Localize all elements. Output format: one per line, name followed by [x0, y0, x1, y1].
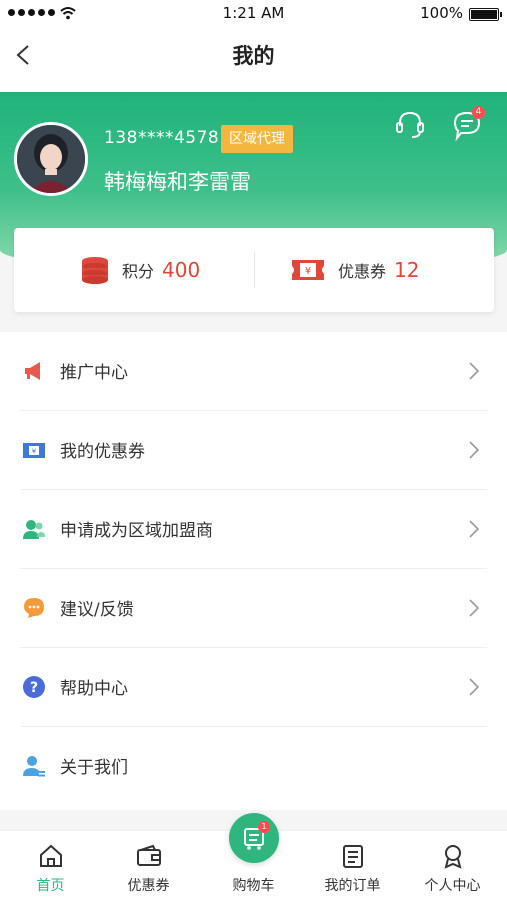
svg-text:?: ? [30, 680, 38, 696]
ticket-icon: ¥ [292, 260, 324, 280]
menu-item-label: 关于我们 [60, 758, 128, 778]
cart-count-badge: 1 [258, 821, 270, 833]
help-icon: ? [23, 676, 45, 698]
tab-orders[interactable]: 我的订单 [302, 831, 403, 900]
tab-coupons[interactable]: 优惠券 [98, 831, 199, 900]
tab-bar: 首页 优惠券 购物车 1 我的订单 个人中心 [0, 813, 507, 900]
status-bar: 1:21 AM 100% [0, 0, 507, 28]
person-icon [444, 845, 461, 869]
customer-service-icon[interactable] [393, 108, 427, 142]
menu-item-label: 我的优惠券 [60, 442, 145, 462]
avatar[interactable] [14, 122, 88, 196]
megaphone-icon [25, 362, 40, 380]
coupons-value: 12 [394, 258, 420, 282]
chevron-right-icon [469, 441, 480, 459]
coupons-label: 优惠券 [338, 262, 387, 281]
points-value: 400 [162, 258, 201, 282]
coupons-stat[interactable]: ¥ 优惠券 12 [290, 228, 419, 312]
users-icon [23, 520, 45, 539]
chevron-right-icon [469, 362, 480, 380]
menu-item-label: 建议/反馈 [60, 600, 134, 620]
tab-profile[interactable]: 个人中心 [402, 831, 503, 900]
feedback-icon [24, 598, 44, 618]
nav-bar: 我的 [0, 28, 507, 92]
message-count-badge: 4 [472, 106, 485, 119]
wallet-icon [136, 844, 161, 866]
coins-icon [82, 257, 108, 284]
menu-item-help[interactable]: ? 帮助中心 [0, 648, 507, 727]
tab-label: 优惠券 [127, 878, 170, 894]
user-name: 韩梅梅和李雷雷 [104, 170, 251, 194]
menu-item-promotion[interactable]: 推广中心 [0, 332, 507, 411]
menu-list: 推广中心 ¥ 我的优惠券 申请成为区域加盟商 建议/反馈 ? 帮助中心 关于我们 [0, 332, 507, 810]
chevron-right-icon [469, 678, 480, 696]
about-icon [23, 756, 45, 777]
cart-icon [243, 828, 264, 850]
page-title: 我的 [232, 44, 275, 68]
tab-label: 个人中心 [424, 878, 481, 894]
battery-icon [469, 8, 502, 21]
svg-text:¥: ¥ [32, 448, 37, 456]
tab-cart[interactable]: 购物车 [203, 813, 304, 900]
menu-item-label: 推广中心 [60, 363, 128, 383]
menu-item-label: 帮助中心 [60, 679, 128, 699]
role-badge: 区域代理 [221, 125, 293, 153]
user-phone: 138****4578 [104, 128, 220, 148]
menu-item-feedback[interactable]: 建议/反馈 [0, 569, 507, 648]
menu-item-about[interactable]: 关于我们 [0, 727, 507, 806]
points-stat[interactable]: 积分 400 [80, 228, 200, 312]
menu-item-my-coupons[interactable]: ¥ 我的优惠券 [0, 411, 507, 490]
battery-percent: 100% [420, 4, 463, 22]
menu-item-join-franchise[interactable]: 申请成为区域加盟商 [0, 490, 507, 569]
menu-item-label: 申请成为区域加盟商 [60, 521, 213, 541]
tab-label: 首页 [36, 878, 65, 894]
cart-button[interactable] [228, 813, 279, 863]
stats-card: 积分 400 ¥ 优惠券 12 [14, 228, 494, 312]
home-icon [39, 844, 62, 867]
tab-label: 购物车 [232, 878, 275, 894]
stats-divider [254, 252, 255, 288]
tab-label: 我的订单 [324, 878, 381, 894]
svg-text:¥: ¥ [305, 266, 311, 277]
tab-home[interactable]: 首页 [0, 831, 101, 900]
order-list-icon [342, 845, 363, 868]
chevron-right-icon [469, 520, 480, 538]
points-label: 积分 [122, 262, 155, 281]
chevron-right-icon [469, 599, 480, 617]
coupon-icon: ¥ [23, 443, 45, 458]
